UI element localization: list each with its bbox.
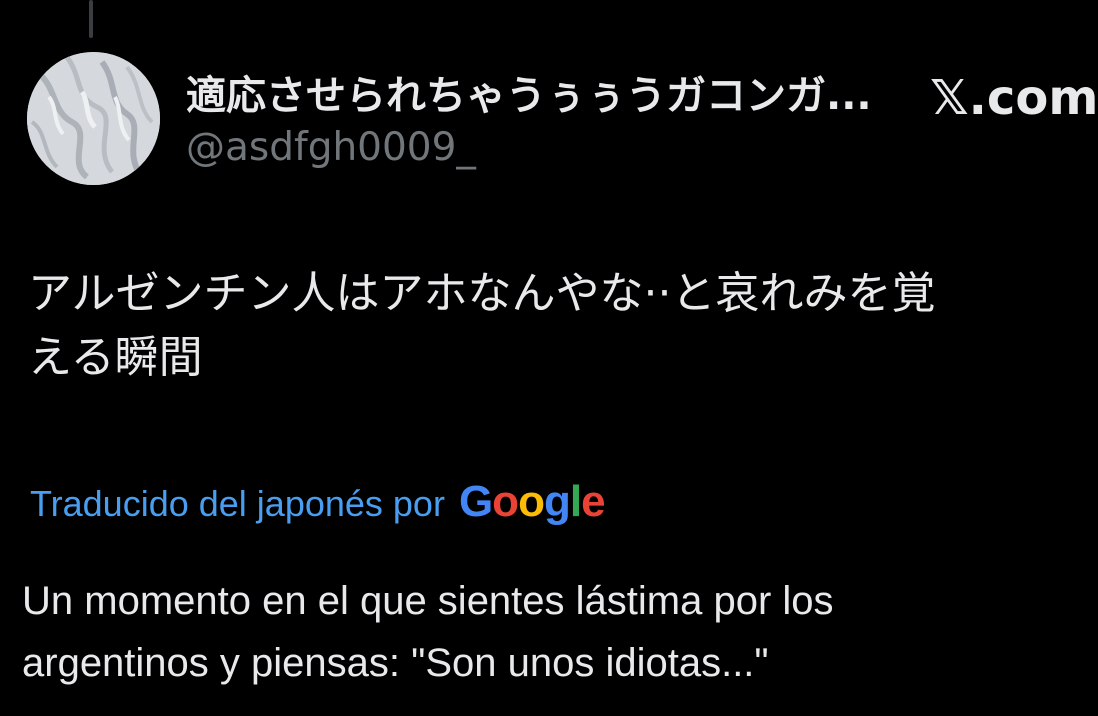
avatar[interactable] [27,52,160,185]
tweet-text: アルゼンチン人はアホなんやな··と哀れみを覚 える瞬間 [28,262,1098,390]
google-logo-letter: e [581,477,606,526]
thread-connector-line [89,0,93,38]
translated-text: Un momento en el que sientes lástima por… [22,570,1082,694]
translated-text-line: argentinos y piensas: "Son unos idiotas.… [22,641,769,685]
google-logo-letter: G [458,477,493,526]
google-logo-letter: o [492,477,519,526]
x-logo-source-label: 𝕏.com [930,70,1098,126]
avatar-image [27,52,160,185]
google-logo-letter: l [569,477,582,526]
google-logo-letter: g [543,477,571,526]
tweet-view: 適応させられちゃうぅぅうガコンガ... @asdfgh0009_ 𝕏.com ア… [0,0,1098,716]
tweet-text-line: アルゼンチン人はアホなんやな··と哀れみを覚 [28,268,936,319]
translated-by-label[interactable]: Traducido del japonés por [30,483,445,525]
google-logo-letter: o [518,477,545,526]
tweet-text-line: える瞬間 [28,332,203,383]
author-handle[interactable]: @asdfgh0009_ [186,125,476,171]
author-display-name[interactable]: 適応させられちゃうぅぅうガコンガ... [186,72,872,120]
translated-by[interactable]: Traducido del japonés por Google [30,477,606,527]
translated-text-line: Un momento en el que sientes lástima por… [22,579,834,623]
google-logo: Google [458,477,606,527]
